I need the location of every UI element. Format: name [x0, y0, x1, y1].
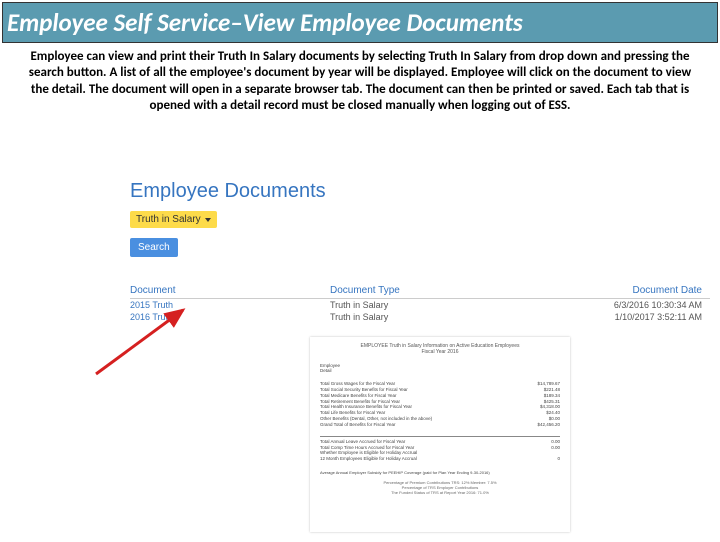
- detail-line: 12 Month Employees Eligible for Holiday …: [320, 456, 560, 462]
- table-row[interactable]: 2015 Truth Truth in Salary 6/3/2016 10:3…: [130, 299, 710, 311]
- col-type: Document Type: [330, 285, 530, 296]
- arrow-icon: [88, 302, 198, 382]
- detail-line: Grand Total of Benefits for Fiscal Year$…: [320, 422, 560, 428]
- detail-addr: Detail: [320, 368, 560, 373]
- col-date: Document Date: [530, 285, 710, 296]
- document-type-dropdown[interactable]: Truth in Salary: [130, 211, 217, 228]
- detail-section-2: Total Annual Leave Accrued for Fiscal Ye…: [320, 439, 560, 462]
- col-document: Document: [130, 285, 330, 296]
- cell-type: Truth in Salary: [330, 312, 530, 322]
- detail-footer-line: The Funded Status of TRS at Report Year …: [320, 491, 560, 496]
- app-heading: Employee Documents: [130, 180, 710, 203]
- cell-date: 6/3/2016 10:30:34 AM: [530, 300, 710, 310]
- search-button[interactable]: Search: [130, 238, 178, 257]
- cell-date: 1/10/2017 3:52:11 AM: [530, 312, 710, 322]
- documents-table: Document Document Type Document Date 201…: [130, 285, 710, 323]
- app-screenshot: Employee Documents Truth in Salary Searc…: [130, 180, 710, 323]
- detail-header-line: Fiscal Year 2016: [320, 349, 560, 355]
- cell-type: Truth in Salary: [330, 300, 530, 310]
- page-title: Employee Self Service–View Employee Docu…: [2, 2, 718, 43]
- table-row[interactable]: 2016 Truth Truth in Salary 1/10/2017 3:5…: [130, 311, 710, 323]
- detail-section-1: Total Gross Wages for the Fiscal Year$14…: [320, 381, 560, 428]
- detail-note: Average Annual Employer Subsidy for PEEH…: [320, 470, 560, 475]
- instructions-text: Employee can view and print their Truth …: [0, 43, 720, 122]
- chevron-down-icon: [205, 218, 211, 222]
- detail-document: EMPLOYEE Truth in Salary Information on …: [310, 337, 570, 532]
- table-header: Document Document Type Document Date: [130, 285, 710, 299]
- dropdown-label: Truth in Salary: [136, 214, 201, 225]
